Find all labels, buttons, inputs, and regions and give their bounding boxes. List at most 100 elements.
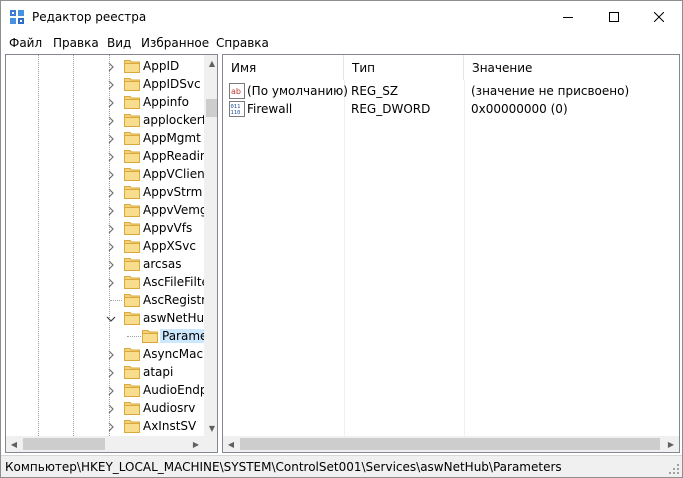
minimize-button[interactable] (545, 1, 591, 33)
value-type: REG_DWORD (351, 102, 431, 116)
tree-item[interactable]: AppReadin (6, 147, 208, 165)
chevron-right-icon[interactable] (106, 97, 116, 108)
folder-icon (124, 383, 140, 397)
value-type: REG_SZ (351, 84, 399, 98)
list-horizontal-scrollbar[interactable]: ◀ ▶ (223, 436, 679, 452)
registry-editor-icon (9, 9, 25, 25)
chevron-right-icon[interactable] (106, 61, 116, 72)
maximize-icon (609, 12, 619, 22)
chevron-right-icon[interactable] (106, 241, 116, 252)
chevron-right-icon[interactable] (106, 79, 116, 90)
tree-item[interactable]: AxInstSV (6, 417, 206, 435)
scroll-down-arrow-icon[interactable]: ▼ (204, 420, 217, 436)
tree-item[interactable]: aswNetHul (6, 309, 207, 327)
scroll-right-arrow-icon[interactable]: ▶ (663, 436, 679, 452)
tree-item[interactable]: AppXSvc (6, 237, 206, 255)
tree-item[interactable]: Audiosrv (6, 399, 206, 417)
title-bar[interactable]: Редактор реестра (1, 1, 682, 33)
tree-horizontal-scrollbar[interactable]: ◀ ▶ (6, 436, 204, 452)
chevron-right-icon[interactable] (106, 349, 116, 360)
column-header-type[interactable]: Тип (344, 55, 464, 80)
tree-vertical-scroll-thumb[interactable] (206, 99, 217, 117)
string-value-icon: ab (229, 83, 245, 99)
chevron-right-icon[interactable] (106, 421, 116, 432)
list-row[interactable]: 011 110 Firewall REG_DWORD 0x00000000 (0… (223, 100, 663, 118)
tree-item-label: AppIDSvc (143, 77, 201, 91)
tree-item-label: AppMgmt (143, 131, 201, 145)
chevron-right-icon[interactable] (106, 277, 116, 288)
svg-text:ab: ab (231, 87, 241, 96)
chevron-right-icon[interactable] (106, 169, 116, 180)
scroll-left-arrow-icon[interactable]: ◀ (6, 436, 22, 452)
menu-edit[interactable]: Правка (53, 36, 99, 50)
chevron-right-icon[interactable] (106, 187, 116, 198)
folder-icon (124, 59, 140, 73)
scroll-up-arrow-icon[interactable]: ▲ (204, 55, 217, 71)
close-button[interactable] (636, 1, 682, 33)
tree-item-label: AppXSvc (143, 239, 196, 253)
scroll-left-arrow-icon[interactable]: ◀ (223, 436, 239, 452)
chevron-down-icon[interactable] (106, 313, 116, 323)
chevron-right-icon[interactable] (106, 403, 116, 414)
folder-icon (124, 401, 140, 415)
tree-item[interactable]: AppID (6, 57, 206, 75)
chevron-right-icon[interactable] (106, 385, 116, 396)
close-icon (654, 12, 664, 22)
resize-grip-icon[interactable] (668, 463, 680, 475)
tree-item[interactable]: arcsas (6, 255, 206, 273)
list-row[interactable]: ab (По умолчанию) REG_SZ (значение не пр… (223, 82, 663, 100)
tree-item[interactable]: AsyncMac (6, 345, 206, 363)
values-list[interactable]: Имя Тип Значение ab (По умолчанию) REG_S… (222, 54, 680, 453)
registry-tree[interactable]: AppID AppIDSvc Appinfo applockerf AppMgmt App… (5, 54, 218, 453)
tree-item[interactable]: AppVClien (6, 165, 206, 183)
menu-file[interactable]: Файл (9, 36, 42, 50)
tree-item[interactable]: AppMgmt (6, 129, 206, 147)
tree-item[interactable]: Parame (6, 327, 210, 345)
folder-icon (124, 131, 140, 145)
value-data: (значение не присвоено) (471, 84, 630, 98)
chevron-right-icon[interactable] (106, 115, 116, 126)
tree-item[interactable]: AppIDSvc (6, 75, 206, 93)
tree-item[interactable]: AudioEndp (6, 381, 208, 399)
tree-item[interactable]: atapi (6, 363, 206, 381)
menu-favorites[interactable]: Избранное (141, 36, 209, 50)
scrollbar-corner (204, 436, 217, 452)
tree-item-label: AscFileFilte (143, 275, 209, 289)
chevron-right-icon[interactable] (106, 133, 116, 144)
column-header-name[interactable]: Имя (223, 55, 344, 80)
chevron-right-icon[interactable] (106, 151, 116, 162)
tree-item-label: AppvStrm (143, 185, 203, 199)
tree-item[interactable]: AscFileFilte (6, 273, 209, 291)
folder-icon (124, 203, 140, 217)
tree-horizontal-scroll-thumb[interactable] (23, 438, 105, 450)
tree-item[interactable]: AppvStrm (6, 183, 206, 201)
tree-item[interactable]: Appinfo (6, 93, 206, 111)
tree-item-label: Audiosrv (143, 401, 196, 415)
folder-icon (124, 365, 140, 379)
chevron-right-icon[interactable] (106, 259, 116, 270)
menu-help[interactable]: Справка (216, 36, 269, 50)
column-header-value[interactable]: Значение (464, 55, 679, 80)
tree-vertical-scrollbar[interactable]: ▲ ▼ (204, 55, 217, 436)
chevron-right-icon[interactable] (106, 205, 116, 216)
tree-connector (110, 300, 122, 301)
tree-item[interactable]: AscRegistry (6, 291, 213, 309)
value-data: 0x00000000 (0) (471, 102, 568, 116)
tree-item-label: AsyncMac (143, 347, 204, 361)
tree-item-label: AppVClien (143, 167, 205, 181)
value-name: (По умолчанию) (247, 84, 348, 98)
folder-open-icon (142, 329, 158, 343)
folder-icon (124, 113, 140, 127)
chevron-right-icon[interactable] (106, 223, 116, 234)
list-horizontal-scroll-thumb[interactable] (240, 438, 660, 450)
chevron-right-icon[interactable] (106, 367, 116, 378)
status-bar: Компьютер\HKEY_LOCAL_MACHINE\SYSTEM\Cont… (1, 455, 682, 477)
tree-item[interactable]: applockerf (6, 111, 206, 129)
tree-item[interactable]: AppvVemg (6, 201, 208, 219)
folder-icon (124, 311, 140, 325)
tree-item-label: Parame (160, 329, 210, 343)
scroll-right-arrow-icon[interactable]: ▶ (188, 436, 204, 452)
maximize-button[interactable] (591, 1, 637, 33)
menu-view[interactable]: Вид (107, 36, 131, 50)
tree-item[interactable]: AppvVfs (6, 219, 206, 237)
